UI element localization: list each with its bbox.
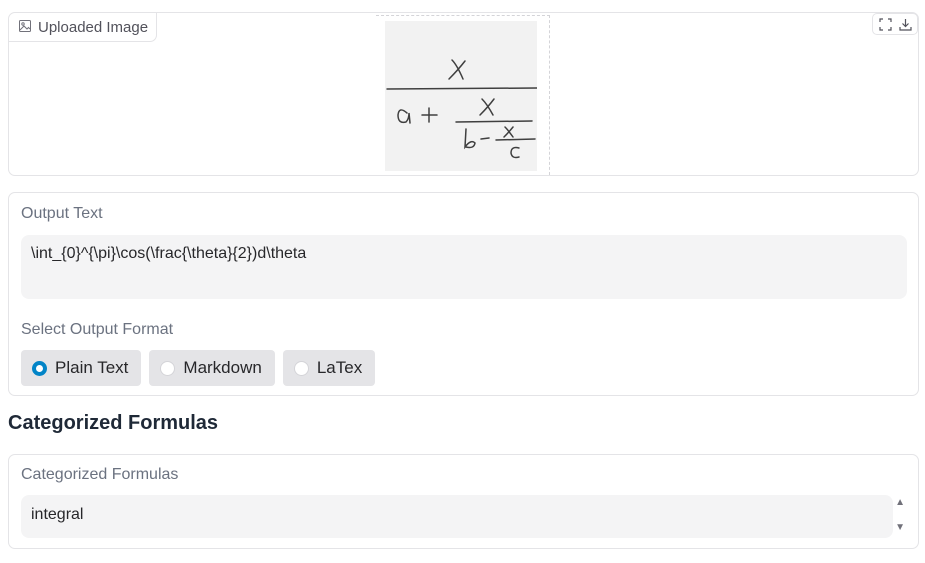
scroll-arrows: ▲ ▼ (895, 498, 905, 533)
output-format-radio-group: Plain Text Markdown LaTex (21, 350, 376, 386)
scroll-up-icon[interactable]: ▲ (895, 498, 905, 508)
output-panel: Output Text \int_{0}^{\pi}\cos(\frac{\th… (8, 192, 919, 396)
output-text-label: Output Text (21, 205, 103, 222)
radio-unchecked-icon[interactable] (293, 360, 309, 376)
uploaded-image-panel: Uploaded Image (8, 12, 919, 176)
radio-plain-text[interactable]: Plain Text (21, 350, 142, 386)
formula-image (385, 21, 538, 171)
image-icon (19, 19, 31, 36)
categorized-formulas-label: Categorized Formulas (21, 466, 179, 483)
radio-latex[interactable]: LaTex (282, 350, 376, 386)
radio-checked-icon[interactable] (32, 360, 47, 376)
uploaded-image-label-text: Uploaded Image (38, 18, 149, 36)
categorized-formulas-panel: Categorized Formulas integral ▲ ▼ (8, 454, 919, 549)
categorized-formulas-textbox[interactable]: integral (21, 495, 893, 538)
section-heading: Categorized Formulas (8, 412, 219, 434)
radio-label: Markdown (183, 358, 262, 377)
uploaded-image-label: Uploaded Image (9, 13, 158, 42)
fullscreen-icon[interactable] (876, 16, 894, 32)
scroll-down-icon[interactable]: ▼ (895, 523, 905, 533)
radio-label: Plain Text (55, 358, 129, 377)
radio-label: LaTex (316, 358, 363, 377)
output-format-label: Select Output Format (21, 321, 174, 338)
image-actions (872, 13, 918, 35)
radio-markdown[interactable]: Markdown (149, 350, 275, 386)
download-icon[interactable] (896, 16, 914, 32)
output-textbox[interactable]: \int_{0}^{\pi}\cos(\frac{\theta}{2})d\th… (21, 235, 907, 299)
radio-unchecked-icon[interactable] (160, 360, 176, 376)
